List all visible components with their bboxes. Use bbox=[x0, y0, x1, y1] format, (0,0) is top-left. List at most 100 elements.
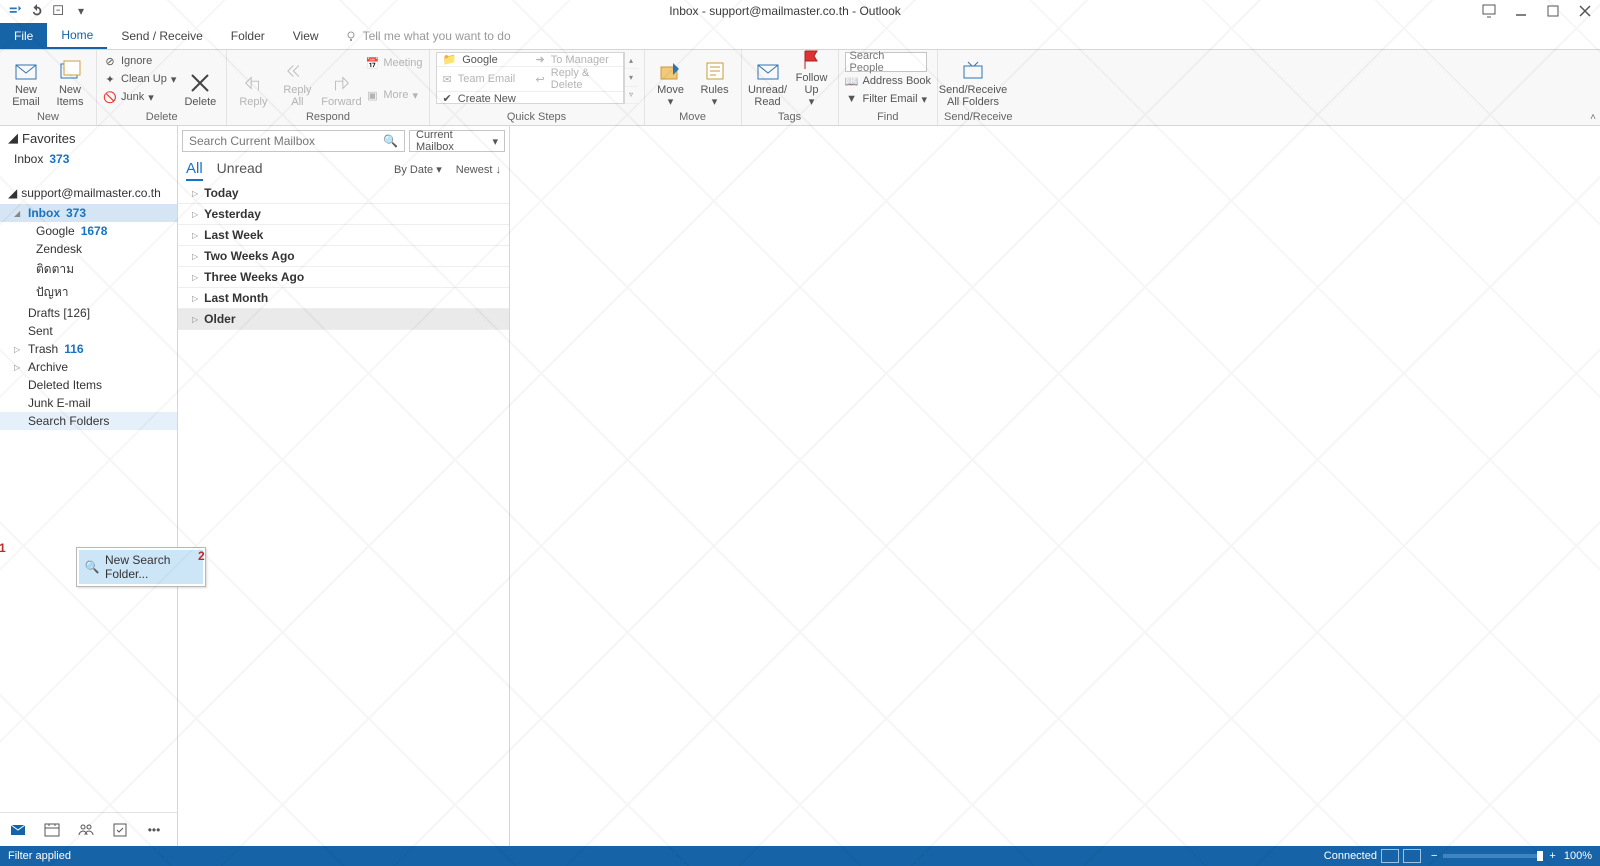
folder-drafts-126-[interactable]: Drafts [126] bbox=[0, 304, 177, 322]
tell-me-search[interactable]: Tell me what you want to do bbox=[345, 23, 511, 49]
ribbon-collapse-icon[interactable]: ˄ bbox=[1590, 112, 1596, 123]
new-search-folder-menuitem[interactable]: 🔍 New Search Folder... bbox=[79, 550, 203, 584]
chevron-icon: ▷ bbox=[14, 363, 22, 372]
quick-steps-scroll[interactable]: ▴▾▿ bbox=[624, 52, 638, 104]
group-move-label: Move bbox=[651, 110, 735, 125]
chevron-right-icon: ▷ bbox=[192, 210, 198, 219]
tasks-module-icon[interactable] bbox=[112, 822, 128, 838]
junk-button[interactable]: 🚫Junk ▾ bbox=[103, 88, 176, 106]
zoom-in-icon[interactable]: + bbox=[1549, 850, 1555, 862]
content-area: ◢Favorites Inbox 373 ◢support@mailmaster… bbox=[0, 126, 1600, 846]
forward-button[interactable]: Forward bbox=[321, 52, 361, 108]
follow-up-button[interactable]: Follow Up▾ bbox=[792, 52, 832, 108]
group-send-receive-label: Send/Receive bbox=[944, 110, 1013, 125]
quick-steps-gallery[interactable]: 📁Google ➜To Manager ✉Team Email ↩Reply &… bbox=[436, 52, 624, 104]
msg-group-three-weeks-ago[interactable]: ▷Three Weeks Ago bbox=[178, 267, 509, 288]
view-reading-icon[interactable] bbox=[1403, 849, 1421, 863]
sort-newest[interactable]: Newest ↓ bbox=[456, 164, 501, 176]
context-menu: 🔍 New Search Folder... bbox=[76, 547, 206, 587]
folder-inbox[interactable]: ◢Inbox 373 bbox=[0, 204, 177, 222]
qat-dropdown-icon[interactable]: ▾ bbox=[74, 4, 88, 18]
more-respond-button[interactable]: ▣More ▾ bbox=[365, 86, 422, 104]
new-items-button[interactable]: New Items bbox=[50, 52, 90, 108]
nav-footer: ••• bbox=[0, 812, 177, 846]
qat-customize-icon[interactable] bbox=[52, 4, 66, 18]
search-people-input[interactable]: Search People bbox=[845, 52, 927, 72]
close-icon[interactable] bbox=[1578, 4, 1592, 18]
filter-email-button[interactable]: ▼Filter Email ▾ bbox=[845, 90, 931, 108]
search-scope-dropdown[interactable]: Current Mailbox▾ bbox=[409, 130, 505, 152]
filter-icon: ▼ bbox=[845, 92, 859, 106]
account-header[interactable]: ◢support@mailmaster.co.th bbox=[0, 182, 177, 204]
forward-icon bbox=[328, 70, 354, 96]
filter-unread[interactable]: Unread bbox=[217, 160, 263, 176]
delete-icon bbox=[187, 70, 213, 96]
ribbon-tabs: File Home Send / Receive Folder View Tel… bbox=[0, 23, 1600, 50]
calendar-module-icon[interactable] bbox=[44, 822, 60, 838]
rules-button[interactable]: Rules▾ bbox=[695, 52, 735, 108]
folder-archive[interactable]: ▷Archive bbox=[0, 358, 177, 376]
tab-view[interactable]: View bbox=[279, 23, 333, 49]
folder-trash[interactable]: ▷Trash 116 bbox=[0, 340, 177, 358]
meeting-button[interactable]: 📅Meeting bbox=[365, 54, 422, 72]
qat-send-receive-icon[interactable] bbox=[8, 4, 22, 18]
people-module-icon[interactable] bbox=[78, 822, 94, 838]
folder-junk-e-mail[interactable]: Junk E-mail bbox=[0, 394, 177, 412]
chevron-right-icon: ▷ bbox=[192, 294, 198, 303]
folder--[interactable]: ปัญหา bbox=[0, 281, 177, 304]
tab-send-receive[interactable]: Send / Receive bbox=[107, 23, 216, 49]
search-folder-icon: 🔍 bbox=[85, 560, 99, 574]
quick-access-toolbar: ▾ bbox=[0, 4, 88, 18]
favorites-header[interactable]: ◢Favorites bbox=[0, 126, 177, 150]
search-mailbox-input[interactable]: Search Current Mailbox 🔍 bbox=[182, 130, 405, 152]
tab-file[interactable]: File bbox=[0, 23, 47, 49]
clean-up-button[interactable]: ✦Clean Up ▾ bbox=[103, 70, 176, 88]
folder-google[interactable]: Google 1678 bbox=[0, 222, 177, 240]
new-email-icon bbox=[13, 58, 39, 84]
chevron-down-icon: ◢ bbox=[8, 130, 18, 146]
to-manager-icon: ➜ bbox=[536, 53, 545, 66]
group-delete: ⊘Ignore ✦Clean Up ▾ 🚫Junk ▾ Delete Delet… bbox=[97, 50, 227, 125]
move-button[interactable]: Move▾ bbox=[651, 52, 691, 108]
msg-group-older[interactable]: ▷Older bbox=[178, 309, 509, 330]
folder-search-folders[interactable]: Search Folders bbox=[0, 412, 177, 430]
chevron-down-icon: ◢ bbox=[8, 186, 17, 200]
tab-folder[interactable]: Folder bbox=[217, 23, 279, 49]
view-normal-icon[interactable] bbox=[1381, 849, 1399, 863]
sort-by-date[interactable]: By Date ▾ bbox=[394, 163, 442, 176]
group-tags-label: Tags bbox=[748, 110, 832, 125]
msg-group-today[interactable]: ▷Today bbox=[178, 183, 509, 204]
unread-read-button[interactable]: Unread/ Read bbox=[748, 52, 788, 108]
reply-all-button[interactable]: Reply All bbox=[277, 52, 317, 108]
clean-up-icon: ✦ bbox=[103, 72, 117, 86]
ignore-button[interactable]: ⊘Ignore bbox=[103, 52, 176, 70]
mail-module-icon[interactable] bbox=[10, 822, 26, 838]
more-icon: ▣ bbox=[365, 88, 379, 102]
msg-group-last-month[interactable]: ▷Last Month bbox=[178, 288, 509, 309]
folder-deleted-items[interactable]: Deleted Items bbox=[0, 376, 177, 394]
group-find-label: Find bbox=[845, 110, 931, 125]
more-modules-icon[interactable]: ••• bbox=[146, 822, 162, 838]
folder-sent[interactable]: Sent bbox=[0, 322, 177, 340]
undo-icon[interactable] bbox=[30, 4, 44, 18]
delete-button[interactable]: Delete bbox=[180, 52, 220, 108]
filter-all[interactable]: All bbox=[186, 160, 203, 181]
reply-button[interactable]: Reply bbox=[233, 52, 273, 108]
address-book-button[interactable]: 📖Address Book bbox=[845, 72, 931, 90]
folder--[interactable]: ติดตาม bbox=[0, 258, 177, 281]
msg-group-two-weeks-ago[interactable]: ▷Two Weeks Ago bbox=[178, 246, 509, 267]
zoom-slider[interactable] bbox=[1443, 854, 1543, 858]
tab-home[interactable]: Home bbox=[47, 23, 107, 49]
maximize-icon[interactable] bbox=[1546, 4, 1560, 18]
ribbon-display-icon[interactable] bbox=[1482, 4, 1496, 18]
msg-group-yesterday[interactable]: ▷Yesterday bbox=[178, 204, 509, 225]
new-email-button[interactable]: New Email bbox=[6, 52, 46, 108]
favorites-inbox[interactable]: Inbox 373 bbox=[0, 150, 177, 168]
chevron-right-icon: ▷ bbox=[192, 273, 198, 282]
zoom-out-icon[interactable]: − bbox=[1431, 850, 1437, 862]
minimize-icon[interactable] bbox=[1514, 4, 1528, 18]
message-filter-row: All Unread By Date ▾ Newest ↓ bbox=[178, 156, 509, 183]
msg-group-last-week[interactable]: ▷Last Week bbox=[178, 225, 509, 246]
folder-zendesk[interactable]: Zendesk bbox=[0, 240, 177, 258]
send-receive-all-button[interactable]: Send/Receive All Folders bbox=[944, 52, 1002, 108]
